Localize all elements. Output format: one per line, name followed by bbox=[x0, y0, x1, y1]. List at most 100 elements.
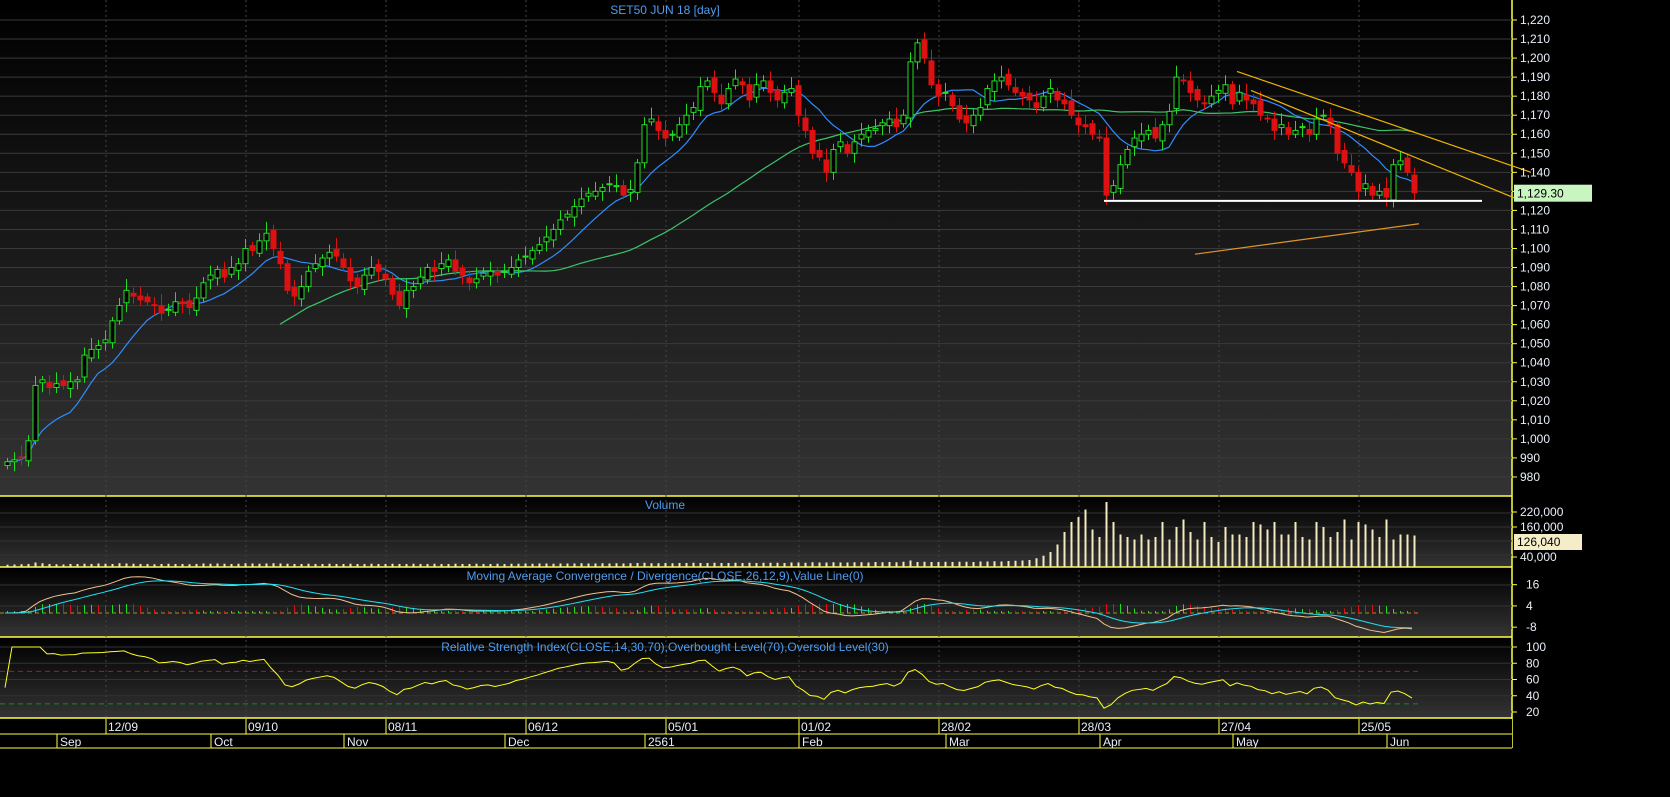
candle[interactable] bbox=[865, 129, 872, 138]
candle[interactable] bbox=[1222, 84, 1229, 94]
candle[interactable] bbox=[1173, 76, 1180, 110]
candle[interactable] bbox=[907, 61, 914, 119]
candle[interactable] bbox=[718, 94, 725, 105]
candle[interactable] bbox=[767, 80, 774, 93]
candle[interactable] bbox=[109, 320, 116, 344]
candle[interactable] bbox=[1250, 99, 1257, 105]
candle[interactable] bbox=[487, 270, 494, 277]
candle[interactable] bbox=[438, 263, 445, 269]
candle[interactable] bbox=[1145, 129, 1152, 135]
candle[interactable] bbox=[1103, 137, 1110, 196]
candle[interactable] bbox=[32, 385, 39, 442]
candle[interactable] bbox=[298, 286, 305, 300]
candle[interactable] bbox=[949, 94, 956, 107]
candle[interactable] bbox=[655, 121, 662, 131]
candle[interactable] bbox=[851, 141, 858, 154]
candle[interactable] bbox=[760, 80, 767, 89]
candle[interactable] bbox=[809, 129, 816, 154]
candle[interactable] bbox=[704, 80, 711, 88]
candle[interactable] bbox=[326, 251, 333, 259]
candle[interactable] bbox=[627, 188, 634, 193]
candle[interactable] bbox=[1411, 174, 1418, 194]
candle[interactable] bbox=[683, 114, 690, 126]
candle[interactable] bbox=[690, 107, 697, 113]
candle[interactable] bbox=[697, 86, 704, 111]
candle[interactable] bbox=[25, 440, 32, 462]
candle[interactable] bbox=[1236, 91, 1243, 102]
candle[interactable] bbox=[389, 278, 396, 295]
candle[interactable] bbox=[725, 88, 732, 105]
candle[interactable] bbox=[1194, 88, 1201, 101]
candle[interactable] bbox=[928, 60, 935, 86]
candle[interactable] bbox=[1362, 183, 1369, 190]
candle[interactable] bbox=[501, 270, 508, 273]
candle[interactable] bbox=[1383, 188, 1390, 198]
candle[interactable] bbox=[270, 229, 277, 249]
candle[interactable] bbox=[1292, 129, 1299, 135]
candle[interactable] bbox=[284, 263, 291, 291]
candle[interactable] bbox=[781, 91, 788, 104]
candle[interactable] bbox=[1341, 149, 1348, 164]
candle[interactable] bbox=[172, 301, 179, 313]
candle[interactable] bbox=[81, 354, 88, 378]
candle[interactable] bbox=[585, 192, 592, 197]
candle[interactable] bbox=[200, 282, 207, 299]
candle[interactable] bbox=[1397, 160, 1404, 166]
candle[interactable] bbox=[1047, 88, 1054, 94]
candle[interactable] bbox=[676, 124, 683, 138]
candle[interactable] bbox=[753, 84, 760, 98]
candle[interactable] bbox=[1005, 73, 1012, 86]
candle[interactable] bbox=[1138, 133, 1145, 142]
candle[interactable] bbox=[634, 162, 641, 193]
candle[interactable] bbox=[522, 255, 529, 258]
candle[interactable] bbox=[277, 250, 284, 265]
candle[interactable] bbox=[914, 42, 921, 63]
candle[interactable] bbox=[739, 81, 746, 86]
candle[interactable] bbox=[1264, 117, 1271, 120]
candle[interactable] bbox=[858, 133, 865, 140]
candle[interactable] bbox=[529, 249, 536, 260]
candle[interactable] bbox=[368, 267, 375, 276]
candle[interactable] bbox=[802, 117, 809, 131]
candle[interactable] bbox=[1033, 102, 1040, 109]
candle[interactable] bbox=[1348, 165, 1355, 173]
candle[interactable] bbox=[795, 85, 802, 116]
candle[interactable] bbox=[564, 213, 571, 218]
candle[interactable] bbox=[452, 259, 459, 272]
candle[interactable] bbox=[459, 267, 466, 276]
candle[interactable] bbox=[571, 206, 578, 218]
candle[interactable] bbox=[333, 248, 340, 257]
candle[interactable] bbox=[179, 301, 186, 305]
candle[interactable] bbox=[1334, 124, 1341, 154]
candle[interactable] bbox=[1229, 84, 1236, 105]
candle[interactable] bbox=[1299, 126, 1306, 129]
candle[interactable] bbox=[1180, 79, 1187, 82]
candle[interactable] bbox=[893, 118, 900, 128]
candle[interactable] bbox=[1019, 91, 1026, 97]
candle[interactable] bbox=[1320, 114, 1327, 117]
volume-panel[interactable] bbox=[0, 497, 1512, 567]
candle[interactable] bbox=[515, 259, 522, 269]
candle[interactable] bbox=[74, 379, 81, 383]
candle[interactable] bbox=[375, 264, 382, 272]
candle[interactable] bbox=[711, 77, 718, 93]
candle[interactable] bbox=[1376, 190, 1383, 196]
candle[interactable] bbox=[410, 286, 417, 291]
candle[interactable] bbox=[18, 456, 25, 459]
candle[interactable] bbox=[340, 258, 347, 269]
candle[interactable] bbox=[788, 88, 795, 93]
candle[interactable] bbox=[536, 244, 543, 251]
candle[interactable] bbox=[116, 305, 123, 322]
candle[interactable] bbox=[1159, 124, 1166, 142]
candle[interactable] bbox=[1404, 157, 1411, 173]
candle[interactable] bbox=[319, 257, 326, 268]
candle[interactable] bbox=[1040, 95, 1047, 109]
candle[interactable] bbox=[291, 287, 298, 297]
candle[interactable] bbox=[235, 263, 242, 271]
candle[interactable] bbox=[228, 267, 235, 275]
candle[interactable] bbox=[844, 144, 851, 154]
candle[interactable] bbox=[312, 263, 319, 269]
candle[interactable] bbox=[620, 185, 627, 196]
candle[interactable] bbox=[4, 461, 11, 467]
candle[interactable] bbox=[648, 118, 655, 123]
